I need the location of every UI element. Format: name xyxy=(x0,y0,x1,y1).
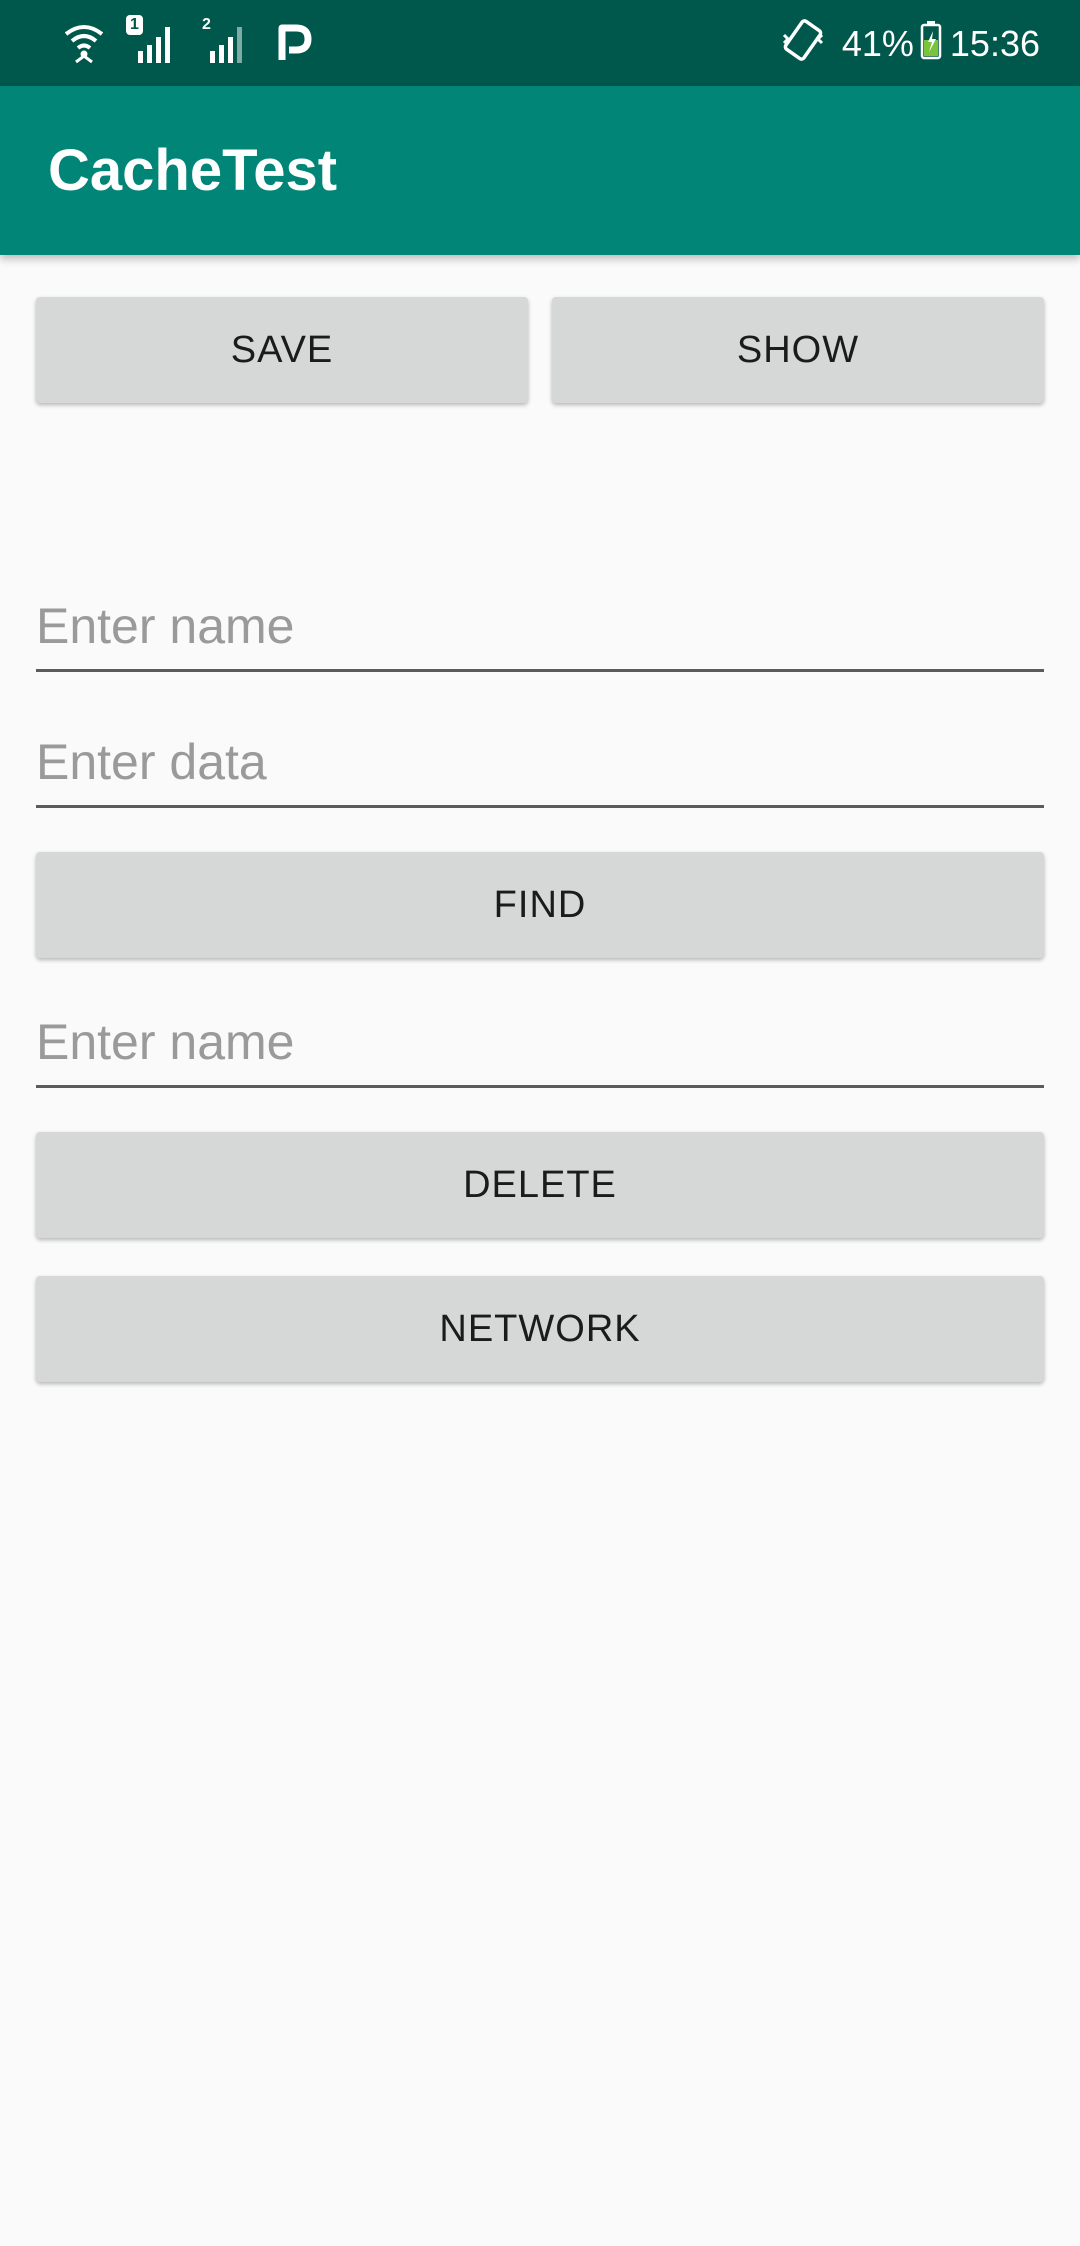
data-input[interactable] xyxy=(36,718,1044,808)
battery-charging-icon xyxy=(920,20,942,69)
clock: 15:36 xyxy=(949,23,1040,64)
wifi-icon xyxy=(62,20,106,69)
name-input[interactable] xyxy=(36,582,1044,672)
delete-button[interactable]: DELETE xyxy=(36,1132,1044,1238)
status-right-icons: 41% 15:36 xyxy=(780,14,1040,74)
app-bar: CacheTest xyxy=(0,86,1080,255)
signal-sim2-icon: 2 xyxy=(202,16,250,67)
show-button[interactable]: SHOW xyxy=(552,297,1044,403)
status-left-icons: 1 2 xyxy=(62,14,312,74)
save-button[interactable]: SAVE xyxy=(36,297,528,403)
app-screen: 1 2 41% 15:36 CacheTest SAVE SHOW Enter … xyxy=(0,0,1080,2246)
find-button[interactable]: FIND xyxy=(36,852,1044,958)
sim2-badge: 2 xyxy=(202,16,211,33)
delete-name-input[interactable] xyxy=(36,998,1044,1088)
status-bar: 1 2 41% 15:36 xyxy=(0,0,1080,86)
sim1-badge: 1 xyxy=(126,15,143,35)
vibrate-icon xyxy=(780,17,826,72)
network-button[interactable]: NETWORK xyxy=(36,1276,1044,1382)
signal-sim1-icon: 1 xyxy=(126,15,178,67)
app-title: CacheTest xyxy=(48,138,338,203)
battery-percent: 41% xyxy=(841,23,914,64)
parking-app-icon xyxy=(276,22,312,67)
